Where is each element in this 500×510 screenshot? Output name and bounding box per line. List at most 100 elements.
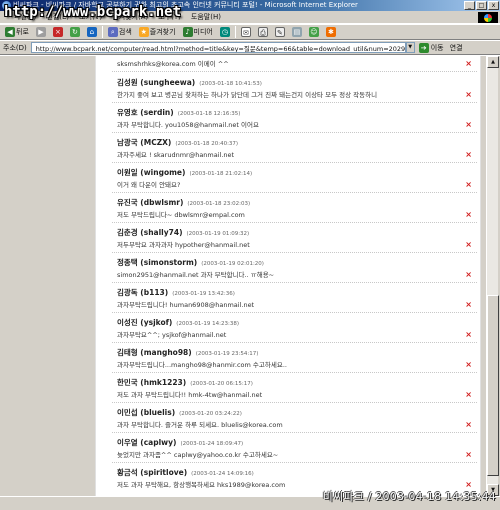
media-label: 미디어 <box>193 28 213 36</box>
comment-list: sksmshrhks@korea.com 이메이 ^^ × 김성원 (sungh… <box>95 56 481 496</box>
comment-text: 과자 부탁합니다. 즐거운 하루 되세요. bluelis@korea.com <box>117 421 283 429</box>
comment-author: 유영호 (serdin) <box>117 108 174 117</box>
delete-comment-icon[interactable]: × <box>465 271 472 279</box>
delete-comment-icon[interactable]: × <box>465 211 472 219</box>
toolbar-separator <box>234 26 236 38</box>
comment-date: (2003-01-19 13:42:36) <box>172 291 235 297</box>
back-arrow-icon: ◀ <box>5 27 15 37</box>
extra-tool-button[interactable]: ✱ <box>324 26 338 39</box>
mail-button[interactable]: ✉ <box>239 26 253 39</box>
comment-item: 남광국 (MCZX) (2003-01-18 20:40:37) 과자주세요 ! … <box>112 133 477 163</box>
maximize-button[interactable]: □ <box>476 1 487 10</box>
address-bar: 주소(D) http://www.bcpark.net/computer/rea… <box>0 41 500 55</box>
mail-icon: ✉ <box>240 27 251 37</box>
comment-item: 정종택 (simonstorm) (2003-01-19 02:01:20) si… <box>112 253 477 283</box>
discuss-icon: ▤ <box>291 27 302 37</box>
timestamp-watermark: 비씨파크 / 2003-04-18 14:35:44 <box>322 490 496 503</box>
address-label: 주소(D) <box>3 43 27 52</box>
search-button[interactable]: ⌕ 검색 <box>106 26 134 39</box>
comment-author: 황금석 (spiritlove) <box>117 468 188 477</box>
refresh-button[interactable]: ↻ <box>68 26 82 39</box>
comment-item: 김광독 (b113) (2003-01-19 13:42:36) 과자부탁드립니다… <box>112 283 477 313</box>
messenger-icon: ☺ <box>308 27 319 37</box>
comment-text: 과자부탁드립니다! human6908@hanmail.net <box>117 301 255 309</box>
comment-text: 늦었지만 과자좀^^ caplwy@yahoo.co.kr 수고하세요~ <box>117 451 279 459</box>
address-url: http://www.bcpark.net/computer/read.html… <box>35 44 406 53</box>
delete-comment-icon[interactable]: × <box>465 121 472 129</box>
comment-date: (2003-01-19 02:01:20) <box>201 261 264 267</box>
scroll-thumb[interactable] <box>487 295 499 476</box>
close-button[interactable]: x <box>488 1 499 10</box>
delete-comment-icon[interactable]: × <box>465 451 472 459</box>
comment-date: (2003-01-18 12:16:35) <box>177 111 241 117</box>
address-input[interactable]: http://www.bcpark.net/computer/read.html… <box>30 42 406 53</box>
search-icon: ⌕ <box>107 27 118 37</box>
delete-comment-icon[interactable]: × <box>465 181 472 189</box>
tool-icon: ✱ <box>325 27 336 37</box>
comment-date: (2003-01-20 03:24:22) <box>179 411 242 417</box>
delete-comment-icon[interactable]: × <box>465 361 472 369</box>
comment-item: 유영호 (serdin) (2003-01-18 12:16:35) 과자 부탁합… <box>112 103 477 133</box>
toolbar-separator <box>101 26 103 38</box>
comment-text: 과자부탁요^^; ysjkof@hanmail.net <box>117 331 227 339</box>
delete-comment-icon[interactable]: × <box>465 151 472 159</box>
print-button[interactable]: ⎙ <box>256 26 270 39</box>
comment-author: 김태형 (mangho98) <box>117 348 192 357</box>
comment-author: 김성원 (sungheewa) <box>117 78 196 87</box>
comment-date: (2003-01-18 20:40:37) <box>175 141 239 147</box>
scroll-up-button[interactable]: ▲ <box>487 56 499 68</box>
comment-text: 저도 과자 부탁드립니다!! hmk-4tw@hanmail.net <box>117 391 263 399</box>
comment-author: 이원일 (wingome) <box>117 168 186 177</box>
go-label: 이동 <box>430 43 444 52</box>
media-icon: ♪ <box>182 27 193 37</box>
comment-text: sksmshrhks@korea.com 이메이 ^^ <box>117 60 229 68</box>
delete-comment-icon[interactable]: × <box>465 421 472 429</box>
comment-author: 김춘경 (shally74) <box>117 228 183 237</box>
comment-text: 저두부탁요 과자과자 hypother@hanmail.net <box>117 241 250 249</box>
home-button[interactable]: ⌂ <box>85 26 99 39</box>
comment-item: 이성진 (ysjkof) (2003-01-19 14:23:38) 과자부탁요^… <box>112 313 477 343</box>
comment-author: 이우열 (caplwy) <box>117 438 177 447</box>
discuss-button[interactable]: ▤ <box>290 26 304 39</box>
edit-button[interactable]: ✎ <box>273 26 287 39</box>
back-button[interactable]: ◀ 뒤로 <box>3 26 31 39</box>
favorites-star-icon: ★ <box>138 27 149 37</box>
favorites-button[interactable]: ★ 즐겨찾기 <box>137 26 178 39</box>
minimize-button[interactable]: _ <box>464 1 475 10</box>
address-dropdown-button[interactable]: ▼ <box>405 42 415 53</box>
browser-viewport: sksmshrhks@korea.com 이메이 ^^ × 김성원 (sungh… <box>0 56 500 496</box>
windows-logo-icon <box>478 12 498 23</box>
comment-date: (2003-01-18 21:02:14) <box>189 171 253 177</box>
stop-icon: × <box>52 27 63 37</box>
forward-button[interactable]: ▶ <box>34 26 48 39</box>
comment-date: (2003-01-19 14:23:38) <box>176 321 240 327</box>
comment-item: 이민섭 (bluelis) (2003-01-20 03:24:22) 과자 부탁… <box>112 403 477 433</box>
stop-button[interactable]: × <box>51 26 65 39</box>
delete-comment-icon[interactable]: × <box>465 91 472 99</box>
comment-item: 이원일 (wingome) (2003-01-18 21:02:14) 이거 왜 … <box>112 163 477 193</box>
delete-comment-icon[interactable]: × <box>465 391 472 399</box>
comment-item: 이우열 (caplwy) (2003-01-24 18:09:47) 늦었지만 과… <box>112 433 477 463</box>
comment-author: 유진국 (dbwlsmr) <box>117 198 184 207</box>
delete-comment-icon[interactable]: × <box>465 60 472 68</box>
comment-author: 김광독 (b113) <box>117 288 169 297</box>
go-button[interactable]: ➔ 이동 <box>418 42 444 53</box>
site-url-overlay: http://www.bcpark.net <box>4 4 182 20</box>
media-button[interactable]: ♪ 미디어 <box>181 26 215 39</box>
comment-item: 김춘경 (shally74) (2003-01-19 01:09:32) 저두부탁… <box>112 223 477 253</box>
history-button[interactable]: ◷ <box>218 26 232 39</box>
messenger-button[interactable]: ☺ <box>307 26 321 39</box>
menu-help[interactable]: 도움말(H) <box>191 12 221 22</box>
comment-text: 이거 왜 다운이 안돼요? <box>117 181 181 189</box>
comment-author: 이성진 (ysjkof) <box>117 318 173 327</box>
comment-text: 과자부탁드립니다...mangho98@hanmir.com 수고하세요.. <box>117 361 287 369</box>
comment-item: sksmshrhks@korea.com 이메이 ^^ × <box>112 56 477 72</box>
vertical-scrollbar[interactable]: ▲ ▼ <box>486 56 499 496</box>
links-button[interactable]: 연결 <box>450 43 463 53</box>
comment-date: (2003-01-18 10:41:53) <box>199 81 262 87</box>
delete-comment-icon[interactable]: × <box>465 331 472 339</box>
comment-date: (2003-01-19 01:09:32) <box>186 231 250 237</box>
delete-comment-icon[interactable]: × <box>465 301 472 309</box>
edit-page-icon: ✎ <box>274 27 285 37</box>
delete-comment-icon[interactable]: × <box>465 241 472 249</box>
